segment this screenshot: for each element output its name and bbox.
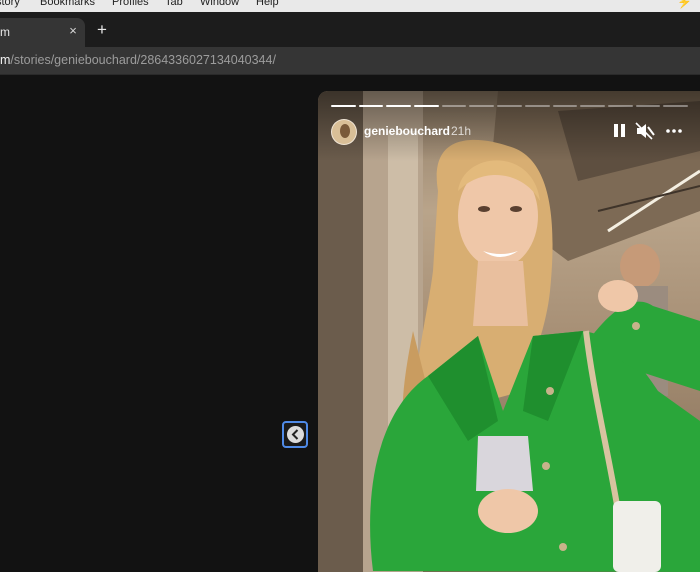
menu-help[interactable]: Help <box>256 0 279 8</box>
story-progress-segment <box>524 105 550 107</box>
new-tab-icon[interactable]: + <box>94 21 110 39</box>
menu-profiles[interactable]: Profiles <box>112 0 149 8</box>
story-progress-segment <box>469 105 495 107</box>
status-icon[interactable]: ⚡ <box>677 0 692 9</box>
story-progress-segment <box>414 105 439 107</box>
story-photo <box>318 91 700 572</box>
url-text[interactable]: m/stories/geniebouchard/2864336027134040… <box>0 53 276 67</box>
tab-strip: m × + <box>0 12 700 47</box>
tab-title: m <box>0 25 10 39</box>
avatar[interactable] <box>331 119 357 145</box>
url-host: m <box>0 53 11 67</box>
menu-window[interactable]: Window <box>200 0 239 8</box>
more-icon[interactable] <box>664 122 684 140</box>
story-progress-segment <box>358 105 384 107</box>
menu-tab[interactable]: Tab <box>165 0 183 8</box>
story-progress-segment <box>331 105 356 107</box>
story-progress-segment <box>497 105 522 107</box>
chevron-left-icon <box>287 426 304 443</box>
macos-menubar: story Bookmarks Profiles Tab Window Help… <box>0 0 700 12</box>
address-bar[interactable]: m/stories/geniebouchard/2864336027134040… <box>0 47 700 75</box>
menu-bookmarks[interactable]: Bookmarks <box>40 0 95 8</box>
story-progress-segment <box>663 105 688 107</box>
url-path: /stories/geniebouchard/28643360271340403… <box>10 53 276 67</box>
story-progress-segment <box>386 105 412 107</box>
pause-icon[interactable] <box>610 122 630 140</box>
story-progress-segment <box>441 105 467 107</box>
story-progress-segment <box>580 105 605 107</box>
story-progress-segment <box>635 105 661 107</box>
story-progress-segment <box>607 105 633 107</box>
mute-icon[interactable] <box>635 122 655 140</box>
story-progress-segment <box>552 105 578 107</box>
previous-story-button[interactable] <box>282 421 308 448</box>
story-timestamp: 21h <box>451 124 472 138</box>
menu-history[interactable]: story <box>0 0 20 8</box>
story-progress-bar <box>331 105 688 107</box>
tab-close-icon[interactable]: × <box>66 23 80 39</box>
story-viewer[interactable]: geniebouchard 21h <box>318 91 700 572</box>
story-username[interactable]: geniebouchard <box>364 124 450 138</box>
page-content: geniebouchard 21h <box>0 75 700 572</box>
browser-tab[interactable]: m × <box>0 18 85 47</box>
